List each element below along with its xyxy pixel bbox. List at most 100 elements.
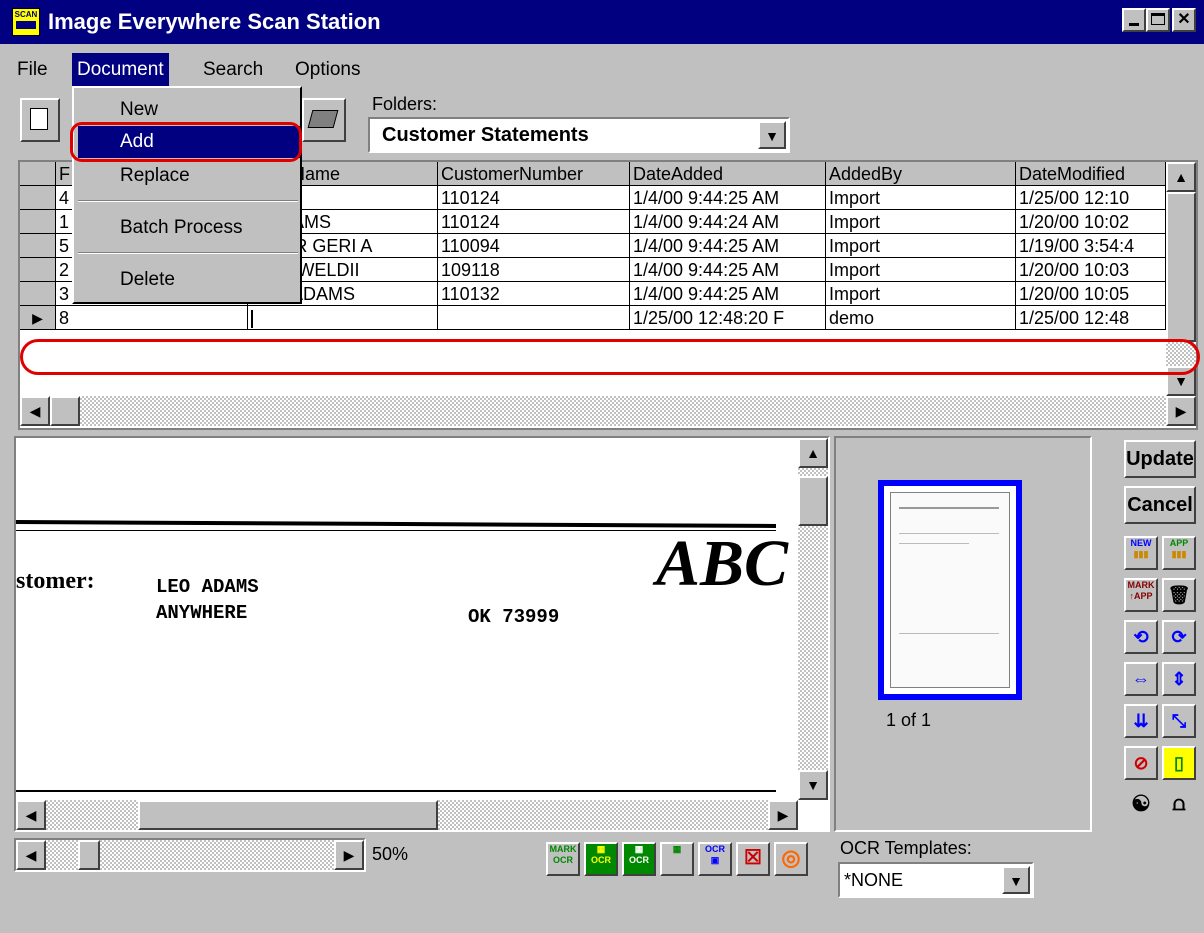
menu-options[interactable]: Options bbox=[290, 53, 365, 87]
new-page-icon[interactable]: NEW ▮▮▮ bbox=[1124, 536, 1158, 570]
cell-addedby[interactable]: demo bbox=[826, 306, 1016, 330]
viewer-hscroll-thumb[interactable] bbox=[138, 800, 438, 830]
append-page-icon[interactable]: APP ▮▮▮ bbox=[1162, 536, 1196, 570]
cell-customernumber[interactable]: 110124 bbox=[438, 186, 630, 210]
menu-item-delete[interactable]: Delete bbox=[78, 264, 300, 296]
title-bar[interactable]: SCAN Image Everywhere Scan Station ✕ bbox=[0, 0, 1204, 44]
menu-item-batch-process[interactable]: Batch Process bbox=[78, 212, 300, 244]
menu-item-add[interactable]: Add bbox=[78, 126, 300, 158]
viewer-scroll-up-button[interactable]: ▲ bbox=[798, 438, 828, 468]
maximize-button[interactable] bbox=[1146, 8, 1170, 32]
col-header-customernumber[interactable]: CustomerNumber bbox=[438, 162, 630, 186]
rotate-right-icon[interactable]: ⟳ bbox=[1162, 620, 1196, 654]
cell-addedby[interactable]: Import bbox=[826, 282, 1016, 306]
current-row-arrow-icon[interactable]: ▶ bbox=[20, 306, 56, 330]
col-header-dateadded[interactable]: DateAdded bbox=[630, 162, 826, 186]
cell-dateadded[interactable]: 1/4/00 9:44:25 AM bbox=[630, 282, 826, 306]
grid-hscroll-track[interactable] bbox=[20, 396, 1196, 426]
cell-dateadded[interactable]: 1/25/00 12:48:20 F bbox=[630, 306, 826, 330]
menu-file[interactable]: File bbox=[12, 53, 53, 87]
magnet-icon[interactable]: ⩍ bbox=[1162, 790, 1196, 824]
fit-width-icon[interactable]: ⇔ bbox=[1124, 662, 1158, 696]
crop-icon[interactable]: ▯ bbox=[1162, 746, 1196, 780]
cell-addedby[interactable]: Import bbox=[826, 210, 1016, 234]
cell-datemodified[interactable]: 1/19/00 3:54:4 bbox=[1016, 234, 1166, 258]
cell-datemodified[interactable]: 1/25/00 12:10 bbox=[1016, 186, 1166, 210]
ocr-save-icon[interactable]: OCR ▣ bbox=[698, 842, 732, 876]
col-header-datemodified[interactable]: DateModified bbox=[1016, 162, 1166, 186]
cell-dateadded[interactable]: 1/4/00 9:44:24 AM bbox=[630, 210, 826, 234]
cell-customernumber[interactable] bbox=[438, 306, 630, 330]
page-thumbnail[interactable] bbox=[878, 480, 1022, 700]
cell-dateadded[interactable]: 1/4/00 9:44:25 AM bbox=[630, 186, 826, 210]
cell-addedby[interactable]: Import bbox=[826, 234, 1016, 258]
grid-hscroll-thumb[interactable] bbox=[50, 396, 80, 426]
menu-item-replace[interactable]: Replace bbox=[78, 160, 300, 192]
document-icon bbox=[30, 108, 48, 130]
update-button[interactable]: Update bbox=[1124, 440, 1196, 478]
row-selector[interactable] bbox=[20, 282, 56, 306]
cell-f[interactable]: 8 bbox=[56, 306, 248, 330]
chevron-down-icon[interactable]: ▼ bbox=[1002, 866, 1030, 894]
cell-customernumber[interactable]: 110094 bbox=[438, 234, 630, 258]
ocr-table-icon[interactable]: ▦ bbox=[660, 842, 694, 876]
close-button[interactable]: ✕ bbox=[1172, 8, 1196, 32]
mark-ocr-icon[interactable]: MARK OCR bbox=[546, 842, 580, 876]
cell-datemodified[interactable]: 1/20/00 10:02 bbox=[1016, 210, 1166, 234]
menu-item-new[interactable]: New bbox=[78, 94, 300, 126]
cell-customername-editing[interactable] bbox=[248, 306, 438, 330]
zoom-slider[interactable]: ◀ ▶ bbox=[14, 838, 366, 872]
viewer-scroll-down-button[interactable]: ▼ bbox=[798, 770, 828, 800]
recycle-bin-icon[interactable]: 🗑 bbox=[1162, 578, 1196, 612]
grid-scroll-right-button[interactable]: ▶ bbox=[1166, 396, 1196, 426]
row-selector[interactable] bbox=[20, 258, 56, 282]
contrast-icon[interactable]: ☯ bbox=[1124, 790, 1158, 824]
doc-customer-state-zip: OK 73999 bbox=[468, 606, 560, 628]
cell-datemodified[interactable]: 1/20/00 10:05 bbox=[1016, 282, 1166, 306]
mark-append-icon[interactable]: MARK ↑APP bbox=[1124, 578, 1158, 612]
ocr-zone-icon[interactable]: ▦ OCR bbox=[622, 842, 656, 876]
cell-customernumber[interactable]: 109118 bbox=[438, 258, 630, 282]
cell-dateadded[interactable]: 1/4/00 9:44:25 AM bbox=[630, 258, 826, 282]
document-viewer[interactable]: stomer: LEO ADAMS ANYWHERE OK 73999 ABC … bbox=[14, 436, 830, 832]
cell-customernumber[interactable]: 110132 bbox=[438, 282, 630, 306]
grid-scroll-up-button[interactable]: ▲ bbox=[1166, 162, 1196, 192]
ocr-templates-select[interactable]: *NONE ▼ bbox=[838, 862, 1034, 898]
cell-addedby[interactable]: Import bbox=[826, 258, 1016, 282]
row-selector[interactable] bbox=[20, 186, 56, 210]
col-header-addedby[interactable]: AddedBy bbox=[826, 162, 1016, 186]
menu-document[interactable]: Document bbox=[72, 53, 169, 87]
grid-scroll-thumb[interactable] bbox=[1166, 192, 1196, 342]
minimize-button[interactable] bbox=[1122, 8, 1146, 32]
cancel-button[interactable]: Cancel bbox=[1124, 486, 1196, 524]
ocr-target-icon[interactable]: ◎ bbox=[774, 842, 808, 876]
cell-dateadded[interactable]: 1/4/00 9:44:25 AM bbox=[630, 234, 826, 258]
rotate-left-icon[interactable]: ⟲ bbox=[1124, 620, 1158, 654]
viewer-vscroll-thumb[interactable] bbox=[798, 476, 828, 526]
row-selector[interactable] bbox=[20, 210, 56, 234]
viewer-scroll-right-button[interactable]: ▶ bbox=[768, 800, 798, 830]
toolbar-document-button[interactable] bbox=[20, 98, 60, 142]
zoom-right-button[interactable]: ▶ bbox=[334, 840, 364, 870]
zoom-left-button[interactable]: ◀ bbox=[16, 840, 46, 870]
toolbar-scan-button[interactable] bbox=[302, 98, 346, 142]
menu-search[interactable]: Search bbox=[198, 53, 268, 87]
flip-icon[interactable]: ⇊ bbox=[1124, 704, 1158, 738]
row-selector[interactable] bbox=[20, 234, 56, 258]
deskew-icon[interactable]: ⤡ bbox=[1162, 704, 1196, 738]
zoom-level: 50% bbox=[372, 844, 409, 864]
grid-scroll-down-button[interactable]: ▼ bbox=[1166, 366, 1196, 396]
folders-select[interactable]: Customer Statements ▼ bbox=[368, 117, 790, 153]
cell-customernumber[interactable]: 110124 bbox=[438, 210, 630, 234]
grid-scroll-left-button[interactable]: ◀ bbox=[20, 396, 50, 426]
chevron-down-icon[interactable]: ▼ bbox=[758, 121, 786, 149]
viewer-scroll-left-button[interactable]: ◀ bbox=[16, 800, 46, 830]
despeckle-icon[interactable]: ⊘ bbox=[1124, 746, 1158, 780]
ocr-clear-icon[interactable]: ☒ bbox=[736, 842, 770, 876]
zoom-thumb[interactable] bbox=[78, 840, 100, 870]
cell-datemodified[interactable]: 1/20/00 10:03 bbox=[1016, 258, 1166, 282]
ocr-grid-icon[interactable]: ▦ OCR bbox=[584, 842, 618, 876]
fit-height-icon[interactable]: ⇕ bbox=[1162, 662, 1196, 696]
cell-datemodified[interactable]: 1/25/00 12:48 bbox=[1016, 306, 1166, 330]
cell-addedby[interactable]: Import bbox=[826, 186, 1016, 210]
